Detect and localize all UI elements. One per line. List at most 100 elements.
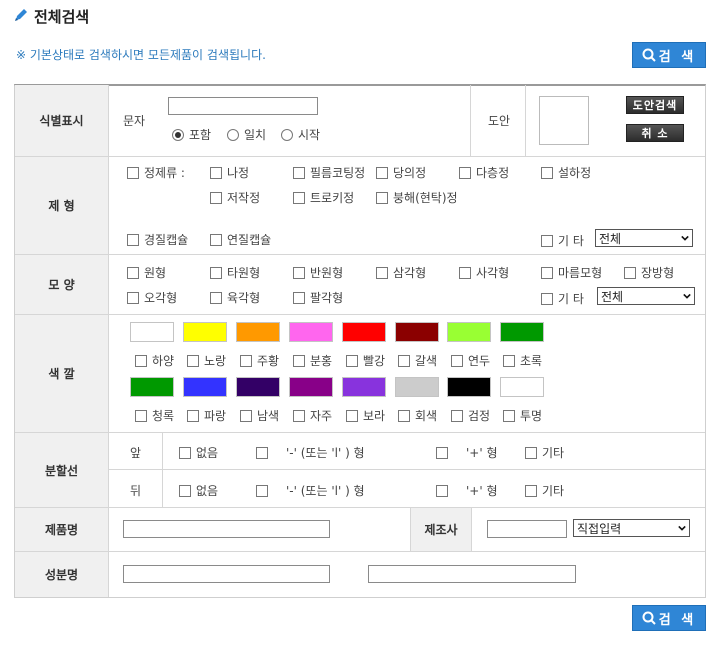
checkbox[interactable] [293,266,305,279]
checkbox-front-cross[interactable]: '+' 형 [436,444,498,461]
checkbox[interactable] [135,354,147,367]
checkbox-dispersible[interactable]: 붕해(현탁)정 [376,189,458,206]
swatch-black[interactable] [447,377,491,397]
checkbox[interactable] [541,292,553,305]
checkbox[interactable] [179,446,191,459]
checkbox-troche[interactable]: 트로키정 [293,189,354,206]
checkbox[interactable] [187,354,199,367]
checkbox-front-none[interactable]: 없음 [179,444,218,461]
checkbox[interactable] [436,484,448,497]
checkbox-hard-capsule[interactable]: 경질캡슐 [127,231,188,248]
checkbox[interactable] [451,409,463,422]
checkbox-tablets[interactable]: 정제류 : [127,164,185,181]
checkbox[interactable] [398,354,410,367]
checkbox[interactable] [240,409,252,422]
swatch-orange[interactable] [236,322,280,342]
checkbox[interactable] [135,409,147,422]
swatch-gray[interactable] [395,377,439,397]
checkbox-back-cross[interactable]: '+' 형 [436,482,498,499]
swatch-navy[interactable] [236,377,280,397]
checkbox-color-navy[interactable]: 남색 [240,407,279,424]
checkbox[interactable] [624,266,636,279]
checkbox[interactable] [210,233,222,246]
radio-starts[interactable]: 시작 [281,126,320,143]
product-name-input[interactable] [123,520,330,538]
checkbox[interactable] [346,409,358,422]
swatch-teal[interactable] [130,377,174,397]
checkbox[interactable] [541,266,553,279]
radio-dot[interactable] [172,128,184,141]
checkbox-oval[interactable]: 타원형 [210,264,260,281]
checkbox[interactable] [541,166,553,179]
checkbox-octagon[interactable]: 팔각형 [293,289,343,306]
checkbox-square[interactable]: 사각형 [459,264,509,281]
drawing-preview[interactable] [539,96,589,145]
checkbox-color-white[interactable]: 하양 [135,352,174,369]
checkbox[interactable] [293,291,305,304]
checkbox[interactable] [210,266,222,279]
checkbox[interactable] [127,166,139,179]
shape-other-select[interactable]: 전체 [597,287,695,305]
checkbox[interactable] [293,409,305,422]
dosage-other-select[interactable]: 전체 [595,229,693,247]
checkbox-front-other[interactable]: 기타 [525,444,564,461]
radio-exact[interactable]: 일치 [227,126,266,143]
checkbox[interactable] [127,291,139,304]
ingredient-input-2[interactable] [368,565,576,583]
checkbox-color-brown[interactable]: 갈색 [398,352,437,369]
checkbox-soft-capsule[interactable]: 연질캡슐 [210,231,271,248]
checkbox[interactable] [127,233,139,246]
checkbox-sublingual[interactable]: 설하정 [541,164,591,181]
checkbox-round[interactable]: 원형 [127,264,166,281]
swatch-green[interactable] [500,322,544,342]
checkbox[interactable] [256,484,268,497]
checkbox[interactable] [346,354,358,367]
checkbox[interactable] [376,266,388,279]
checkbox[interactable] [240,354,252,367]
checkbox[interactable] [503,354,515,367]
checkbox-back-none[interactable]: 없음 [179,482,218,499]
checkbox[interactable] [451,354,463,367]
checkbox[interactable] [459,166,471,179]
checkbox-triangle[interactable]: 삼각형 [376,264,426,281]
checkbox[interactable] [293,354,305,367]
cancel-button[interactable]: 취 소 [626,124,684,142]
swatch-pink[interactable] [289,322,333,342]
checkbox[interactable] [256,446,268,459]
checkbox-shape-other[interactable]: 기 타 [541,290,584,307]
maker-select[interactable]: 직접입력 [573,519,690,537]
checkbox[interactable] [525,446,537,459]
checkbox[interactable] [459,266,471,279]
checkbox-multilayer[interactable]: 다층정 [459,164,509,181]
checkbox-plain-tablet[interactable]: 나정 [210,164,249,181]
checkbox-color-red[interactable]: 빨강 [346,352,385,369]
checkbox-back-line[interactable]: '-' (또는 'l' ) 형 [256,482,365,499]
checkbox-back-other[interactable]: 기타 [525,482,564,499]
swatch-yellow[interactable] [183,322,227,342]
swatch-white[interactable] [130,322,174,342]
checkbox-color-pink[interactable]: 분홍 [293,352,332,369]
checkbox-color-magenta[interactable]: 자주 [293,407,332,424]
swatch-magenta[interactable] [289,377,333,397]
checkbox-color-purple[interactable]: 보라 [346,407,385,424]
checkbox-color-blue[interactable]: 파랑 [187,407,226,424]
checkbox[interactable] [293,191,305,204]
checkbox[interactable] [436,446,448,459]
maker-input[interactable] [487,520,567,538]
checkbox[interactable] [179,484,191,497]
radio-contains[interactable]: 포함 [172,126,211,143]
checkbox-oblong[interactable]: 장방형 [624,264,674,281]
checkbox[interactable] [293,166,305,179]
checkbox-color-teal[interactable]: 청록 [135,407,174,424]
ingredient-input-1[interactable] [123,565,330,583]
checkbox[interactable] [376,166,388,179]
checkbox-diamond[interactable]: 마름모형 [541,264,602,281]
checkbox[interactable] [127,266,139,279]
radio-dot[interactable] [281,128,293,141]
checkbox-color-yellow[interactable]: 노랑 [187,352,226,369]
checkbox[interactable] [210,166,222,179]
checkbox-dosage-other[interactable]: 기 타 [541,232,584,249]
checkbox[interactable] [398,409,410,422]
checkbox-color-gray[interactable]: 회색 [398,407,437,424]
search-button-top[interactable]: 검 색 [632,42,706,68]
